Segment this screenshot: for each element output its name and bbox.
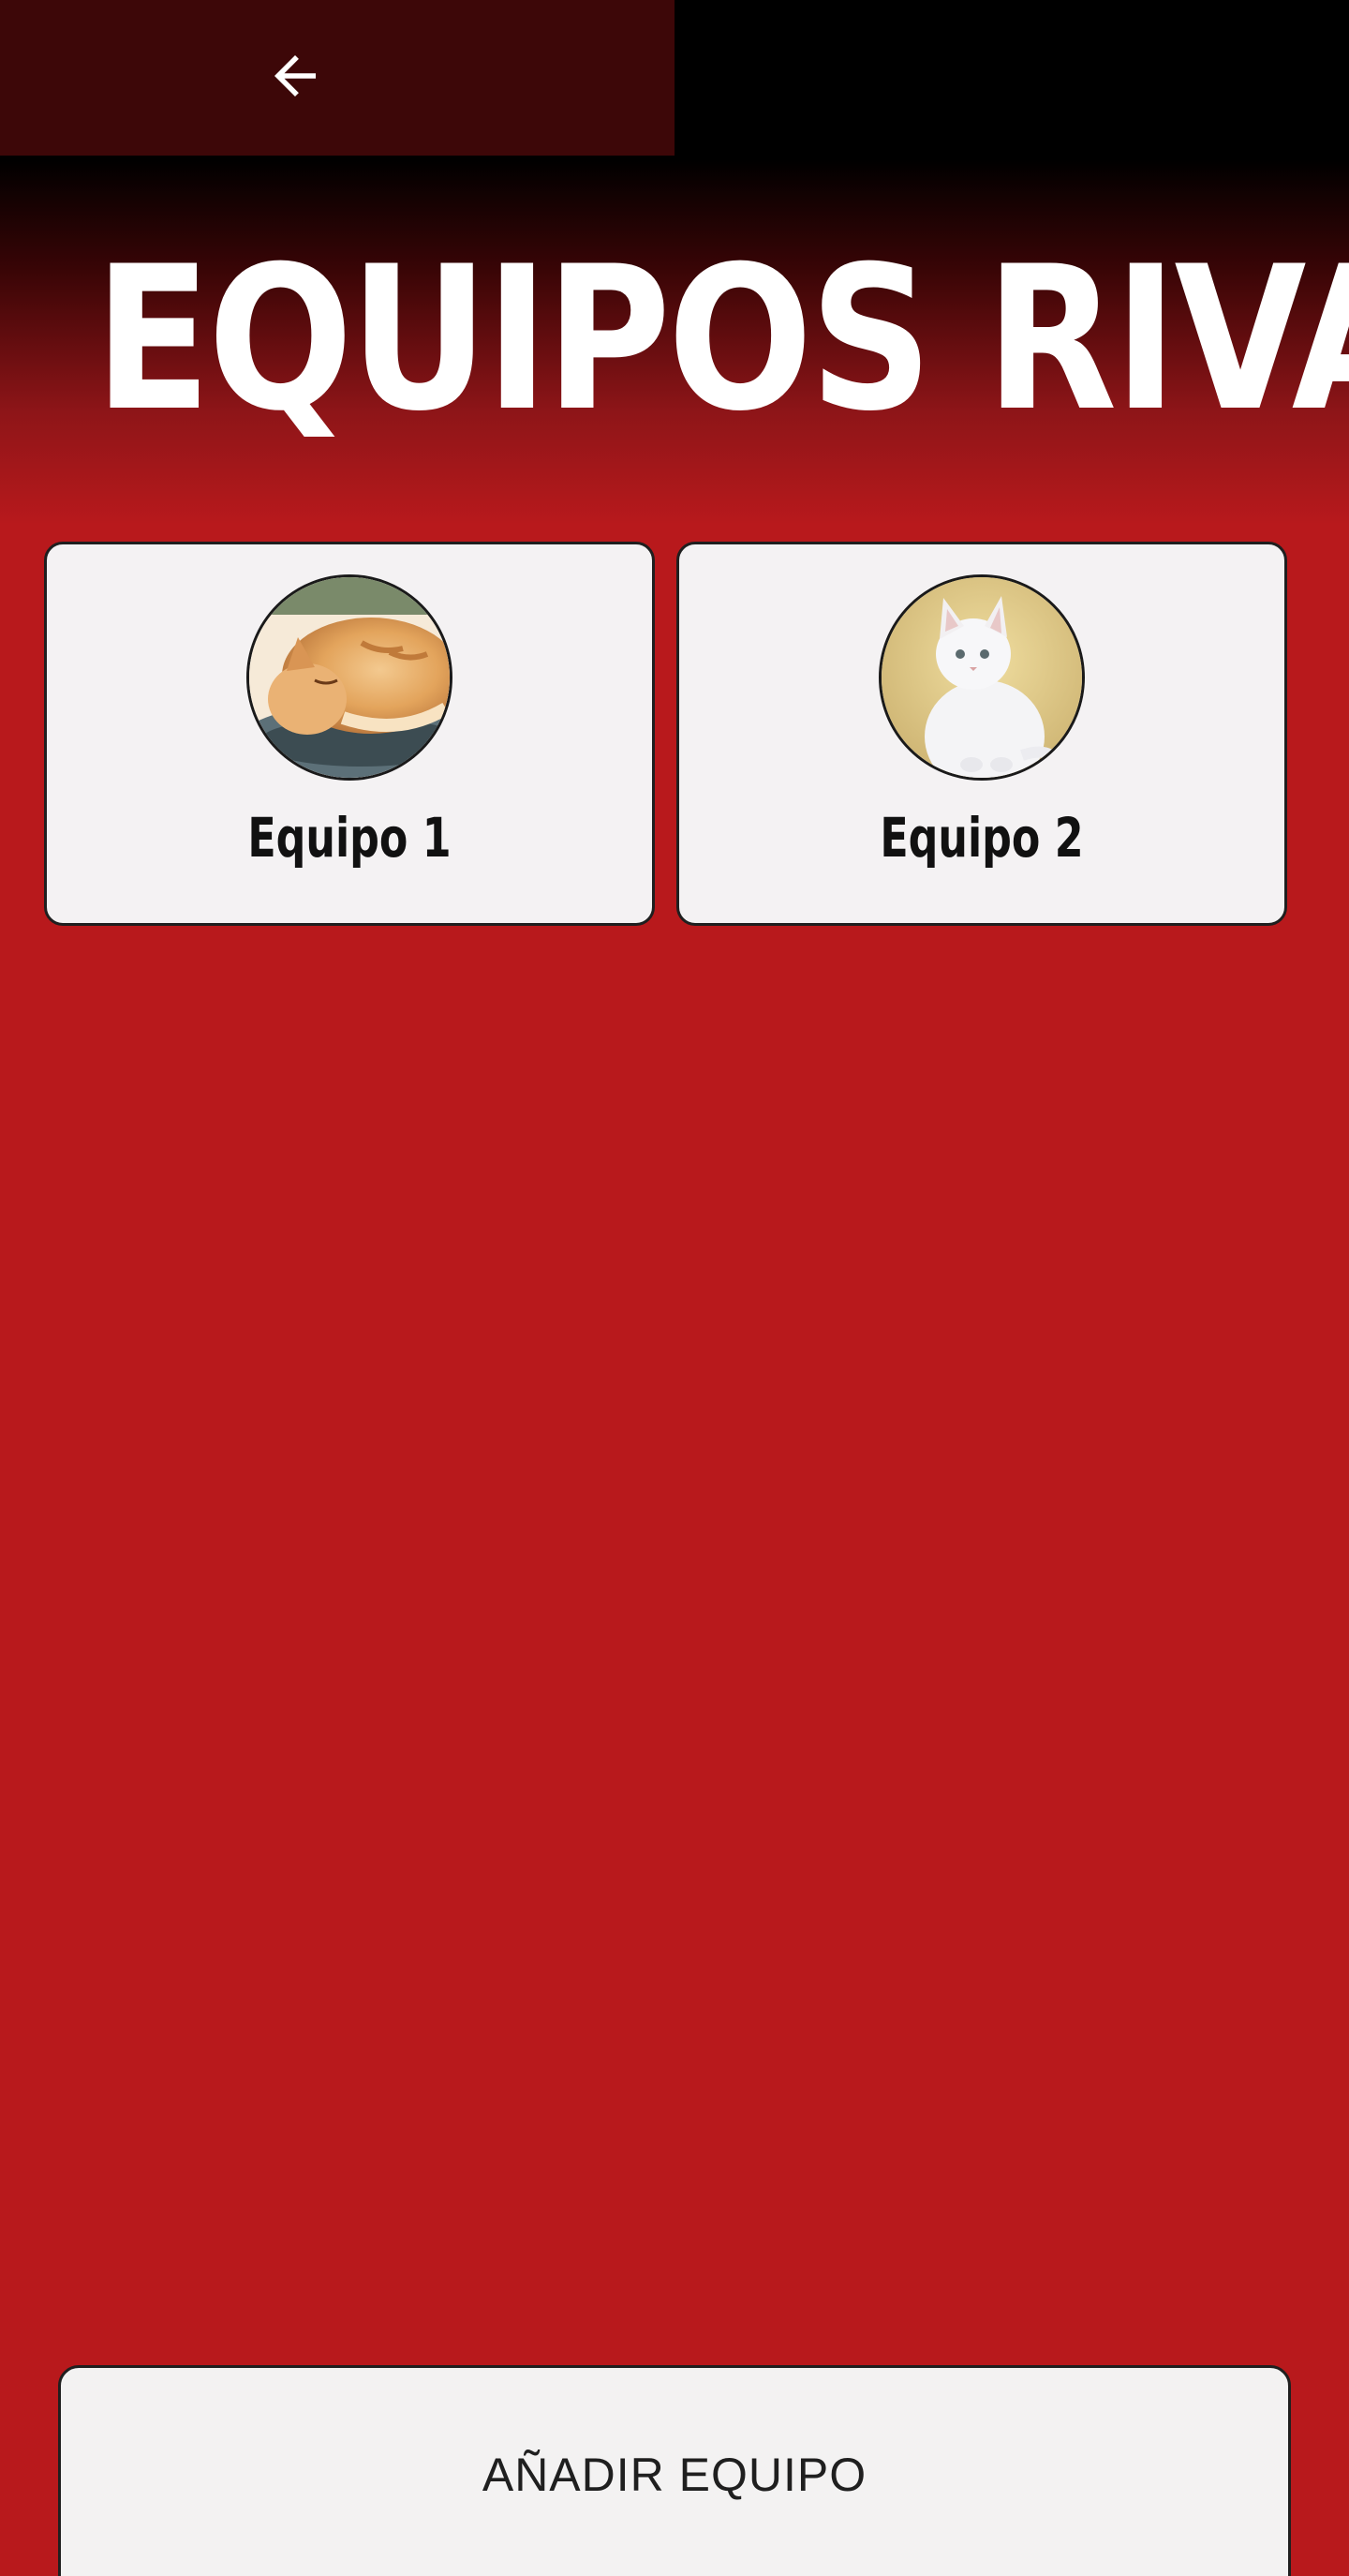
top-app-bar <box>0 0 674 156</box>
add-team-button[interactable]: AÑADIR EQUIPO <box>58 2365 1291 2576</box>
team-avatar <box>879 574 1085 781</box>
team-card[interactable]: Equipo 1 <box>44 542 655 926</box>
add-team-button-label: AÑADIR EQUIPO <box>482 2449 867 2501</box>
page-title: EQUIPOS RIVALES <box>94 223 1349 454</box>
team-name: Equipo 1 <box>247 806 452 870</box>
rival-teams-screen: EQUIPOS RIVALES <box>0 0 1349 2576</box>
orange-cat-image <box>249 577 450 778</box>
team-card[interactable]: Equipo 2 <box>676 542 1287 926</box>
arrow-left-icon <box>274 55 316 97</box>
back-button[interactable] <box>253 34 337 118</box>
white-kitten-image <box>882 577 1082 778</box>
team-name: Equipo 2 <box>880 806 1084 870</box>
team-avatar <box>246 574 452 781</box>
